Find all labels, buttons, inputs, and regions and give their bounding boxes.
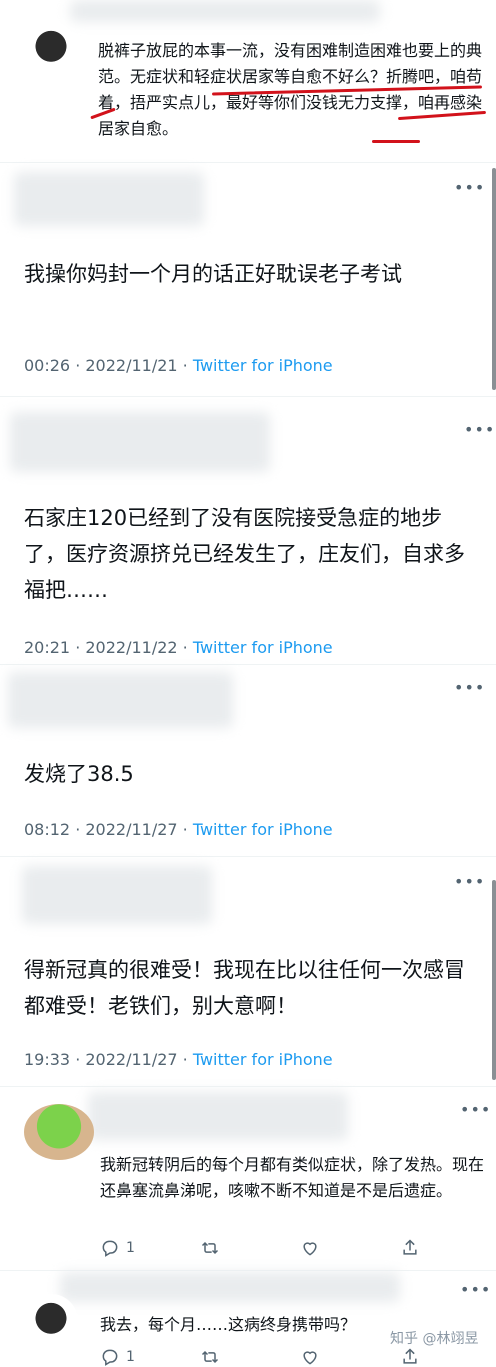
more-icon[interactable]: ••• xyxy=(454,872,485,891)
retweet-icon xyxy=(201,1241,219,1255)
reply-count: 1 xyxy=(126,1240,135,1256)
tweet-1-text: 我操你妈封一个月的话正好耽误老子考试 xyxy=(24,262,402,286)
retweet-button[interactable] xyxy=(200,1238,220,1258)
tweet-4-meta: 19:33 · 2022/11/27 · Twitter for iPhone xyxy=(24,1050,333,1069)
redacted-user-header xyxy=(88,1092,348,1140)
tweet-source-link[interactable]: Twitter for iPhone xyxy=(193,1050,333,1069)
reply-5-text: 我新冠转阴后的每个月都有类似症状，除了发热。现在还鼻塞流鼻涕呢，咳嗽不断不知道是… xyxy=(100,1155,485,1200)
tweet-2-text: 石家庄120已经到了没有医院接受急症的地步了，医疗资源挤兑已经发生了，庄友们，自… xyxy=(24,506,465,602)
redacted-username xyxy=(70,0,380,22)
reply-button[interactable]: 1 xyxy=(100,1347,135,1367)
divider xyxy=(0,664,496,665)
retweet-button[interactable] xyxy=(200,1347,220,1367)
reply-button[interactable]: 1 xyxy=(100,1238,135,1258)
reply-icon xyxy=(102,1240,118,1257)
like-icon xyxy=(303,1242,317,1256)
share-button[interactable] xyxy=(400,1238,420,1258)
like-button[interactable] xyxy=(300,1347,320,1367)
redacted-user-header xyxy=(60,1272,400,1302)
reply-count: 1 xyxy=(126,1349,135,1365)
tweet-2-meta: 20:21 · 2022/11/22 · Twitter for iPhone xyxy=(24,638,333,657)
zhihu-watermark: 知乎 @林翊昱 xyxy=(390,1331,479,1347)
redacted-user-header xyxy=(14,172,204,226)
tweet-4-text: 得新冠真的很难受！我现在比以往任何一次感冒都难受！老铁们，别大意啊！ xyxy=(24,958,465,1018)
divider xyxy=(0,162,496,163)
tweet-timestamp: 19:33 · 2022/11/27 · xyxy=(24,1050,193,1069)
reply-6-text: 我去，每个月……这病终身携带吗？ xyxy=(100,1315,357,1334)
scrollbar[interactable] xyxy=(492,168,496,390)
more-icon[interactable]: ••• xyxy=(454,678,485,697)
tweet-1-meta: 00:26 · 2022/11/21 · Twitter for iPhone xyxy=(24,356,333,375)
tweet-timestamp: 00:26 · 2022/11/21 · xyxy=(24,356,193,375)
user-avatar[interactable] xyxy=(24,22,78,76)
like-button[interactable] xyxy=(300,1238,320,1258)
divider xyxy=(0,1086,496,1087)
scrollbar[interactable] xyxy=(492,880,496,1080)
tweet-source-link[interactable]: Twitter for iPhone xyxy=(193,820,333,839)
more-icon[interactable]: ••• xyxy=(454,178,485,197)
divider xyxy=(0,1270,496,1271)
like-icon xyxy=(303,1351,317,1365)
share-icon xyxy=(403,1239,417,1255)
share-icon xyxy=(403,1348,417,1364)
more-icon[interactable]: ••• xyxy=(460,1280,491,1299)
tweet-timestamp: 08:12 · 2022/11/27 · xyxy=(24,820,193,839)
redacted-user-header xyxy=(8,672,233,728)
retweet-icon xyxy=(201,1350,219,1364)
more-icon[interactable]: ••• xyxy=(460,1100,491,1119)
redacted-user-header xyxy=(22,866,212,924)
annotation-underline xyxy=(372,140,420,143)
user-avatar[interactable] xyxy=(24,1104,94,1160)
divider xyxy=(0,856,496,857)
tweet-timestamp: 20:21 · 2022/11/22 · xyxy=(24,638,193,657)
tweet-source-link[interactable]: Twitter for iPhone xyxy=(193,638,333,657)
divider xyxy=(0,396,496,397)
tweet-source-link[interactable]: Twitter for iPhone xyxy=(193,356,333,375)
share-button[interactable] xyxy=(400,1347,420,1367)
redacted-user-header xyxy=(10,412,270,472)
more-icon[interactable]: ••• xyxy=(464,420,495,439)
user-avatar[interactable] xyxy=(24,1294,78,1348)
reply-icon xyxy=(102,1349,118,1366)
tweet-3-text: 发烧了38.5 xyxy=(24,762,134,786)
tweet-3-meta: 08:12 · 2022/11/27 · Twitter for iPhone xyxy=(24,820,333,839)
